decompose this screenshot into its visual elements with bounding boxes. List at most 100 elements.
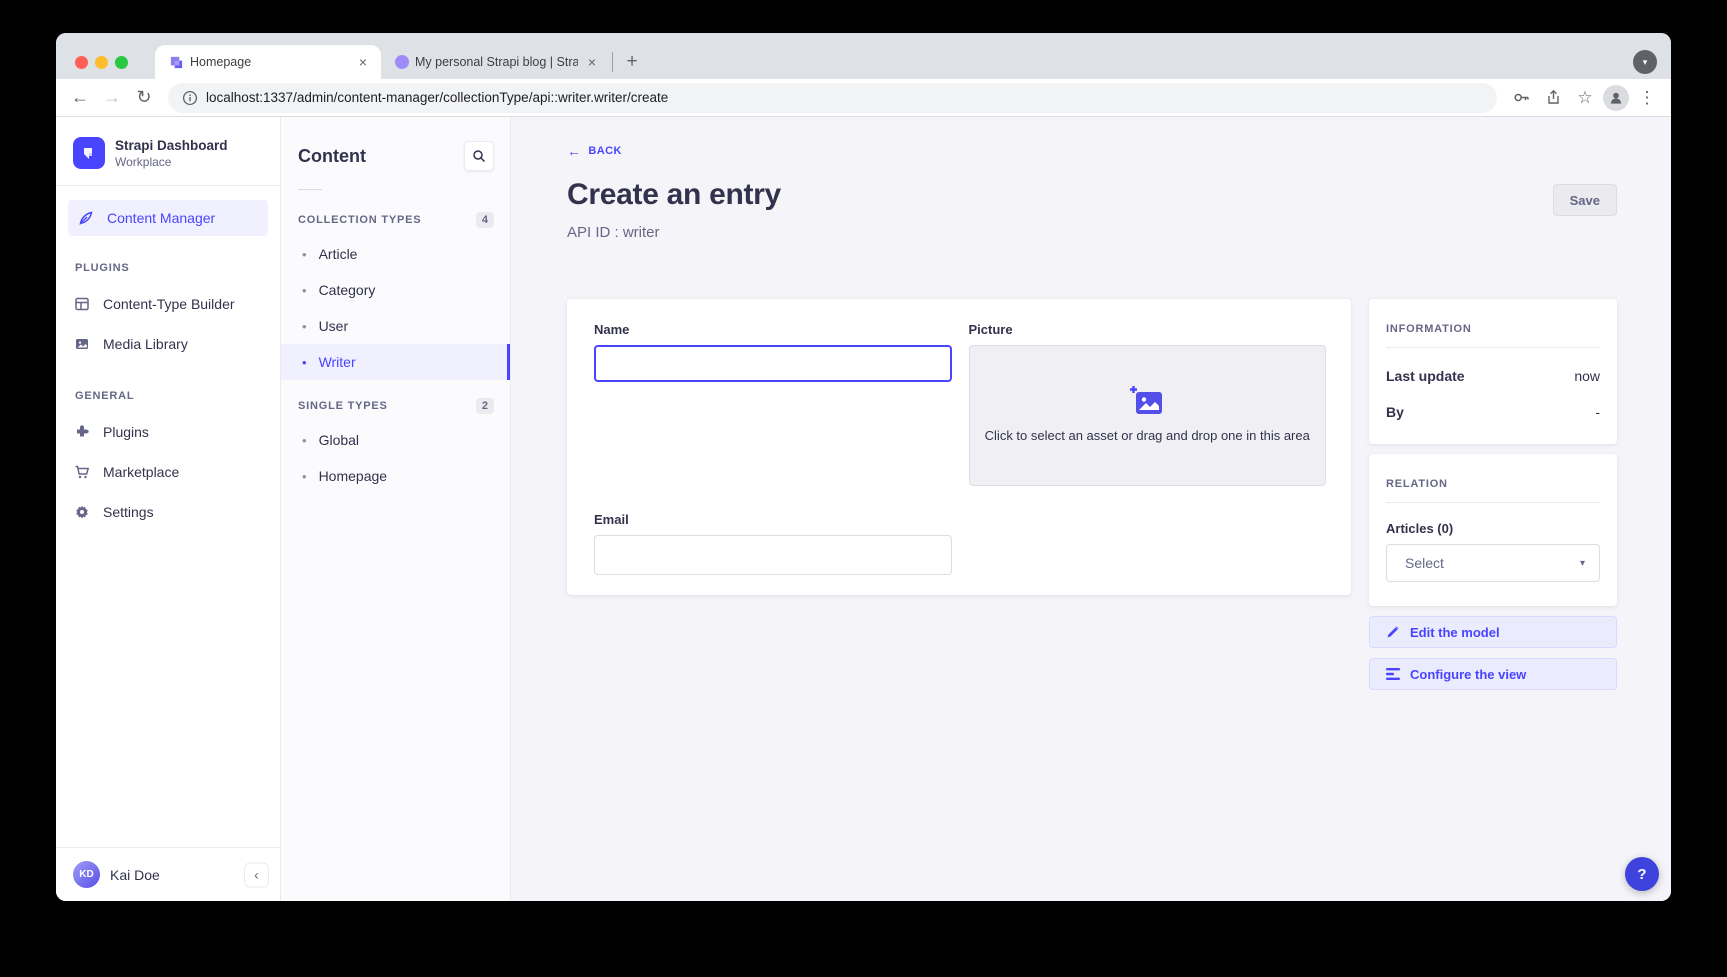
nav-section-general: GENERAL (56, 364, 280, 412)
search-icon (472, 149, 486, 163)
browser-menu-icon[interactable]: ⋮ (1633, 84, 1661, 112)
sidebar-item-settings[interactable]: Settings (56, 492, 280, 532)
sidebar-item-label: Marketplace (103, 464, 179, 480)
sidebar-item-content-manager[interactable]: Content Manager (68, 200, 268, 236)
sidebar-item-content-type-builder[interactable]: Content-Type Builder (56, 284, 280, 324)
sidebar-item-plugins[interactable]: Plugins (56, 412, 280, 452)
configure-lines-icon (1386, 668, 1400, 680)
close-tab-icon[interactable]: × (355, 54, 371, 70)
title-row: Create an entry Save (567, 178, 1617, 216)
window-controls[interactable] (75, 56, 128, 69)
count-badge: 2 (476, 398, 494, 414)
layout-icon (73, 296, 91, 312)
new-tab-button[interactable]: + (619, 49, 645, 75)
sidebar-item-label: Content-Type Builder (103, 296, 235, 312)
configure-view-button[interactable]: Configure the view (1369, 658, 1617, 690)
search-button[interactable] (464, 141, 494, 171)
close-tab-icon[interactable]: × (584, 54, 600, 70)
help-button[interactable]: ? (1625, 857, 1659, 891)
subnav-item-user[interactable]: • User (281, 308, 510, 344)
forward-button: → (98, 84, 126, 112)
entry-form-area: Name Picture (567, 299, 1617, 690)
tab-search-button[interactable]: ▾ (1633, 50, 1657, 74)
sidebar-item-label: Content Manager (107, 210, 215, 226)
brand[interactable]: Strapi Dashboard Workplace (56, 117, 280, 185)
email-input[interactable] (594, 535, 952, 575)
brand-subtitle: Workplace (115, 155, 228, 169)
bullet-icon: • (302, 469, 307, 484)
save-button[interactable]: Save (1553, 184, 1617, 216)
main-content: ← BACK Create an entry Save API ID : wri… (511, 117, 1671, 901)
email-label: Email (594, 512, 952, 527)
page-title: Create an entry (567, 178, 781, 212)
entry-form-card: Name Picture (567, 299, 1351, 595)
picture-field-group: Picture Click to select an asset or drag… (969, 322, 1327, 486)
user-name: Kai Doe (110, 867, 160, 883)
subnav-item-label: Writer (319, 354, 356, 370)
divider (56, 185, 280, 186)
nav-section-plugins: PLUGINS (56, 236, 280, 284)
relation-header: RELATION (1386, 478, 1600, 490)
articles-select[interactable]: Select ▾ (1386, 544, 1600, 582)
sidebar-item-label: Media Library (103, 336, 188, 352)
picture-upload-dropzone[interactable]: Click to select an asset or drag and dro… (969, 345, 1327, 486)
name-input[interactable] (594, 345, 952, 382)
zoom-window-button[interactable] (115, 56, 128, 69)
group-header-collection-types: COLLECTION TYPES 4 (281, 194, 510, 236)
reload-button[interactable]: ↻ (130, 84, 158, 112)
sidebar-item-label: Settings (103, 504, 154, 520)
by-label: By (1386, 404, 1404, 420)
bullet-icon: • (302, 247, 307, 262)
picture-label: Picture (969, 322, 1327, 337)
bookmark-star-icon[interactable]: ☆ (1571, 84, 1599, 112)
password-key-icon[interactable] (1507, 84, 1535, 112)
subnav-item-homepage[interactable]: • Homepage (281, 458, 510, 494)
close-window-button[interactable] (75, 56, 88, 69)
question-mark-icon: ? (1637, 866, 1646, 883)
bullet-icon: • (302, 319, 307, 334)
sidebar-item-label: Plugins (103, 424, 149, 440)
info-icon[interactable] (182, 90, 198, 106)
grid-spacer (969, 512, 1327, 575)
subnav-item-label: User (319, 318, 349, 334)
chevron-down-icon: ▾ (1580, 558, 1585, 569)
chevron-down-icon: ▾ (1643, 57, 1648, 68)
tab-strapi-blog[interactable]: My personal Strapi blog | Strap × (381, 45, 610, 79)
group-label: COLLECTION TYPES (298, 214, 421, 226)
email-field-group: Email (594, 512, 952, 575)
brand-title: Strapi Dashboard (115, 138, 228, 153)
upload-instructions: Click to select an asset or drag and dro… (982, 427, 1312, 446)
side-panel: INFORMATION Last update now By - RELATIO… (1369, 299, 1617, 690)
subnav-item-category[interactable]: • Category (281, 272, 510, 308)
subnav-item-writer[interactable]: • Writer (281, 344, 510, 380)
back-button[interactable]: ← (66, 84, 94, 112)
back-link[interactable]: ← BACK (567, 144, 622, 158)
count-badge: 4 (476, 212, 494, 228)
divider (1386, 347, 1600, 348)
divider (1386, 502, 1600, 503)
minimize-window-button[interactable] (95, 56, 108, 69)
api-id-subtitle: API ID : writer (567, 224, 1617, 241)
subnav-item-label: Global (319, 432, 359, 448)
share-icon[interactable] (1539, 84, 1567, 112)
url-text[interactable]: localhost:1337/admin/content-manager/col… (206, 90, 668, 105)
strapi-favicon (169, 55, 184, 70)
subnav-item-global[interactable]: • Global (281, 422, 510, 458)
subnav-item-label: Category (319, 282, 376, 298)
tab-strip: Homepage × My personal Strapi blog | Str… (56, 33, 1671, 79)
url-bar[interactable]: localhost:1337/admin/content-manager/col… (168, 83, 1497, 113)
browser-window: Homepage × My personal Strapi blog | Str… (56, 33, 1671, 901)
browser-profile-avatar[interactable] (1603, 85, 1629, 111)
feather-pen-icon (77, 210, 95, 226)
form-grid: Name Picture (594, 322, 1326, 575)
sidebar-item-marketplace[interactable]: Marketplace (56, 452, 280, 492)
sidebar-item-media-library[interactable]: Media Library (56, 324, 280, 364)
collapse-sidebar-button[interactable]: ‹ (244, 862, 269, 887)
subnav-item-article[interactable]: • Article (281, 236, 510, 272)
edit-model-button[interactable]: Edit the model (1369, 616, 1617, 648)
group-label: SINGLE TYPES (298, 400, 388, 412)
tab-homepage[interactable]: Homepage × (155, 45, 381, 79)
avatar[interactable]: KD (73, 861, 100, 888)
purple-dot-favicon (395, 55, 409, 69)
main-nav: Strapi Dashboard Workplace Content Manag… (56, 117, 281, 901)
